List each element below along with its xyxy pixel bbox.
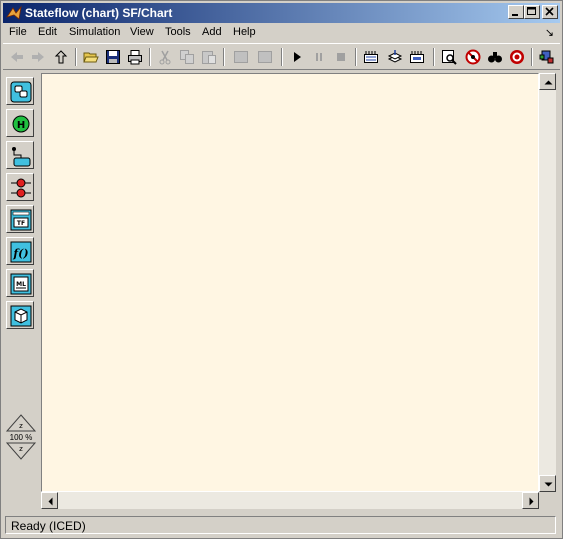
- pause-button[interactable]: [309, 47, 329, 67]
- model-button[interactable]: [537, 47, 557, 67]
- menu-file[interactable]: File: [9, 26, 27, 38]
- matlab-logo-icon: [6, 5, 22, 21]
- zoom-out-icon[interactable]: z: [5, 441, 37, 461]
- embedded-matlab-button[interactable]: ML: [6, 269, 34, 297]
- open-button[interactable]: [81, 47, 101, 67]
- start-button[interactable]: [287, 47, 307, 67]
- svg-text:z: z: [19, 445, 23, 453]
- explorer-button[interactable]: [407, 47, 427, 67]
- no-parse-button[interactable]: [463, 47, 483, 67]
- back-button[interactable]: [7, 47, 27, 67]
- undo-button[interactable]: [231, 47, 251, 67]
- build-button[interactable]: [361, 47, 381, 67]
- toolbar: [3, 43, 560, 70]
- target-button[interactable]: [507, 47, 527, 67]
- menu-edit[interactable]: Edit: [38, 26, 57, 38]
- truth-table-button[interactable]: TF: [6, 205, 34, 233]
- stateflow-window: Stateflow (chart) SF/Chart File Edit Sim…: [0, 0, 563, 539]
- menu-tools[interactable]: Tools: [165, 26, 191, 38]
- status-bar: Ready (ICED): [3, 514, 558, 536]
- print-button[interactable]: [125, 47, 145, 67]
- window-title: Stateflow (chart) SF/Chart: [25, 6, 173, 20]
- menu-overflow-icon[interactable]: ↘: [545, 26, 554, 39]
- close-button[interactable]: [542, 5, 558, 19]
- redo-button[interactable]: [255, 47, 275, 67]
- minimize-button[interactable]: [508, 5, 524, 19]
- status-text: Ready (ICED): [11, 519, 86, 533]
- find-button[interactable]: [485, 47, 505, 67]
- maximize-button[interactable]: [524, 5, 540, 19]
- zoom-in-icon[interactable]: z: [5, 413, 37, 433]
- menu-simulation[interactable]: Simulation: [69, 26, 120, 38]
- rebuild-button[interactable]: [385, 47, 405, 67]
- tool-palette: H TF f() ML z 100 % z: [3, 73, 39, 511]
- default-transition-button[interactable]: [6, 141, 34, 169]
- forward-button[interactable]: [28, 47, 48, 67]
- copy-button[interactable]: [177, 47, 197, 67]
- paste-button[interactable]: [199, 47, 219, 67]
- function-button[interactable]: f(): [6, 237, 34, 265]
- scrollbar-corner: [539, 492, 556, 509]
- svg-text:z: z: [19, 422, 23, 430]
- menu-bar: File Edit Simulation View Tools Add Help…: [3, 23, 560, 42]
- scroll-down-button[interactable]: [539, 475, 556, 492]
- cut-button[interactable]: [155, 47, 175, 67]
- title-bar[interactable]: Stateflow (chart) SF/Chart: [3, 3, 560, 23]
- scroll-right-button[interactable]: [522, 492, 539, 509]
- box-button[interactable]: [6, 301, 34, 329]
- debug-button[interactable]: [439, 47, 459, 67]
- svg-text:TF: TF: [17, 220, 25, 227]
- up-button[interactable]: [51, 47, 71, 67]
- menu-view[interactable]: View: [130, 26, 154, 38]
- menu-add[interactable]: Add: [202, 26, 222, 38]
- connective-junction-button[interactable]: [6, 173, 34, 201]
- svg-text:H: H: [17, 120, 25, 131]
- status-field: Ready (ICED): [5, 516, 556, 534]
- menu-help[interactable]: Help: [233, 26, 256, 38]
- state-tool-button[interactable]: [6, 77, 34, 105]
- zoom-control: z 100 % z: [5, 413, 37, 461]
- scroll-up-button[interactable]: [539, 73, 556, 90]
- svg-text:f(): f(): [12, 247, 28, 260]
- horizontal-scrollbar[interactable]: [41, 492, 539, 509]
- svg-text:ML: ML: [16, 281, 26, 288]
- history-junction-button[interactable]: H: [6, 109, 34, 137]
- save-button[interactable]: [103, 47, 123, 67]
- chart-canvas[interactable]: [41, 73, 539, 492]
- stop-button[interactable]: [331, 47, 351, 67]
- vertical-scrollbar[interactable]: [539, 73, 556, 492]
- scroll-left-button[interactable]: [41, 492, 58, 509]
